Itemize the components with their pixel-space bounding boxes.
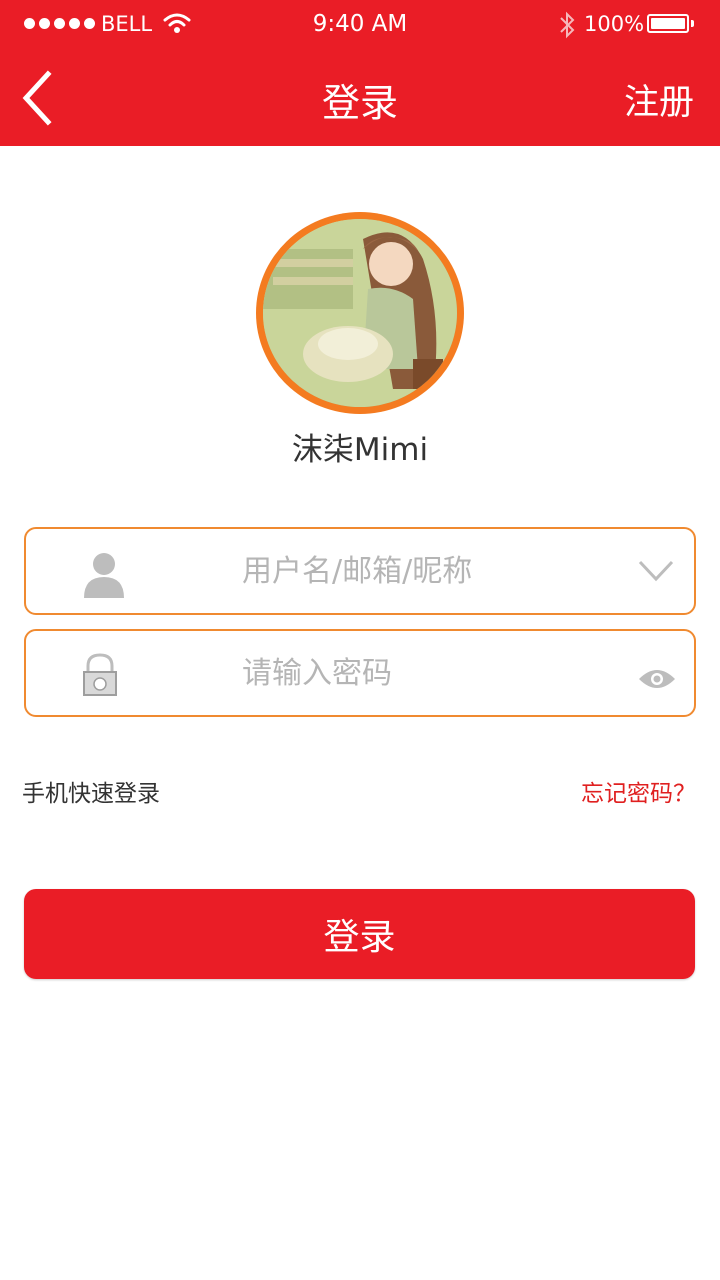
battery-percentage: 100% — [584, 12, 645, 36]
avatar-image — [263, 219, 457, 407]
password-field[interactable] — [24, 629, 696, 717]
status-bar: BELL 9:40 AM 100% — [0, 0, 720, 50]
eye-icon[interactable] — [638, 667, 676, 691]
password-input[interactable] — [242, 645, 582, 701]
app-header: BELL 9:40 AM 100% 登录 注册 — [0, 0, 720, 146]
user-icon — [84, 553, 124, 598]
profile-username: 沫柒Mimi — [291, 432, 429, 468]
page-title: 登录 — [321, 81, 398, 125]
chevron-down-icon[interactable] — [638, 559, 674, 583]
quick-login-link[interactable]: 手机快速登录 — [22, 774, 160, 808]
lock-icon — [83, 653, 117, 696]
bluetooth-icon — [560, 11, 575, 39]
forgot-password-link[interactable]: 忘记密码？ — [581, 774, 696, 808]
avatar[interactable] — [256, 212, 464, 414]
username-input[interactable] — [242, 543, 582, 599]
battery-tip — [691, 20, 694, 27]
username-field[interactable] — [24, 527, 696, 615]
battery-icon — [647, 14, 689, 33]
login-button[interactable]: 登录 — [24, 889, 695, 979]
register-link[interactable]: 注册 — [624, 74, 694, 125]
